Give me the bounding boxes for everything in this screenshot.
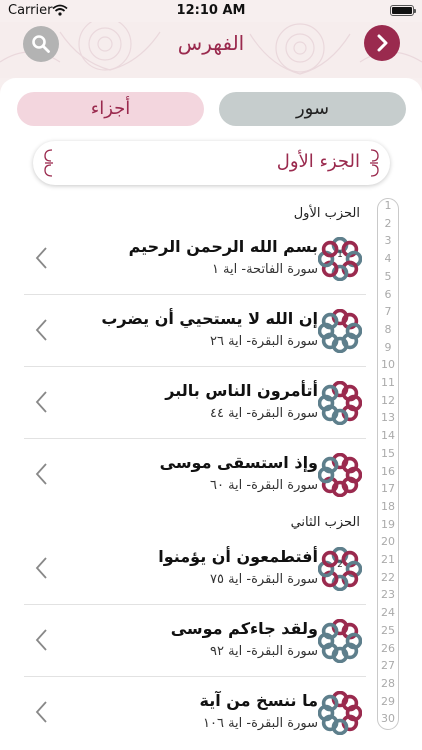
list-item[interactable]: أتأمرون الناس بالبر سورة البقرة- اية ٤٤ [0,367,372,439]
quarter-rosette-icon [318,619,362,663]
index-item[interactable]: 19 [378,518,398,531]
index-item[interactable]: 10 [378,358,398,371]
index-item[interactable]: 16 [378,465,398,478]
index-item[interactable]: 15 [378,447,398,460]
row-title: إن الله لا يستحيي أن يضرب [101,309,318,328]
index-item[interactable]: 29 [378,695,398,708]
row-title: ولقد جاءكم موسى [170,619,318,638]
half-rosette-icon [318,691,362,735]
row-subtitle: سورة البقرة- اية ٢٦ [209,334,318,349]
chevron-left-icon [35,463,47,485]
index-item[interactable]: 24 [378,606,398,619]
row-title: بسم الله الرحمن الرحيم [128,237,318,256]
index-item[interactable]: 9 [378,341,398,354]
index-item[interactable]: 12 [378,394,398,407]
index-item[interactable]: 25 [378,624,398,637]
chevron-left-icon [35,319,47,341]
index-item[interactable]: 27 [378,659,398,672]
list-item[interactable]: بسم الله الرحمن الرحيم سورة الفاتحة- اية… [0,223,372,295]
ornament-icon [44,149,53,177]
index-item[interactable]: 22 [378,571,398,584]
index-item[interactable]: 30 [378,712,398,725]
row-title: أفتطمعون أن يؤمنوا [158,547,318,566]
section-header: الحزب الأول [293,206,360,221]
index-item[interactable]: 17 [378,482,398,495]
index-item[interactable]: 14 [378,429,398,442]
index-card: أجزاء سور الجزء الأول الحزب الأول بسم ال… [0,78,422,750]
index-item[interactable]: 21 [378,553,398,566]
index-item[interactable]: 3 [378,234,398,247]
chevron-left-icon [35,629,47,651]
row-subtitle: سورة البقرة- اية ٧٥ [209,572,318,587]
battery-icon [390,5,416,16]
juz-title: الجزء الأول [276,151,360,172]
index-item[interactable]: 8 [378,323,398,336]
row-subtitle: سورة البقرة- اية ٦٠ [209,478,318,493]
index-item[interactable]: 2 [378,217,398,230]
hizb-number: 2 [337,560,343,570]
chevron-right-icon [377,34,388,52]
header: الفهرس [0,22,422,78]
row-title: وإذ استسقى موسى [159,453,318,472]
row-subtitle: سورة البقرة- اية ٩٢ [209,644,318,659]
status-time: 12:10 AM [176,3,246,18]
three-quarter-rosette-icon [318,453,362,497]
index-item[interactable]: 26 [378,642,398,655]
index-item[interactable]: 20 [378,535,398,548]
quarter-rosette-icon [318,309,362,353]
list-item[interactable]: أفتطمعون أن يؤمنوا سورة البقرة- اية ٧٥ 2 [0,533,372,605]
index-item[interactable]: 6 [378,288,398,301]
row-title: ما ننسخ من آية [199,691,318,710]
list-item[interactable]: إن الله لا يستحيي أن يضرب سورة البقرة- ا… [0,295,372,367]
juz-selector[interactable]: الجزء الأول [33,141,390,185]
back-button[interactable] [364,25,400,61]
row-subtitle: سورة البقرة- اية ١٠٦ [203,716,318,731]
chevron-left-icon [35,557,47,579]
index-item[interactable]: 7 [378,305,398,318]
list-item[interactable]: ولقد جاءكم موسى سورة البقرة- اية ٩٢ [0,605,372,677]
index-item[interactable]: 11 [378,376,398,389]
ornament-icon [370,149,379,177]
index-item[interactable]: 4 [378,252,398,265]
chevron-left-icon [35,701,47,723]
index-item[interactable]: 1 [378,199,398,212]
row-subtitle: سورة البقرة- اية ٤٤ [209,406,318,421]
juz-index-bar[interactable]: 1 2 3 4 5 6 7 8 9 10 11 12 13 14 15 16 17 18 19 20 21 22 23 24 2… [377,198,399,730]
tab-suras[interactable]: سور [219,92,406,126]
hizb-number: 1 [337,250,343,260]
index-item[interactable]: 13 [378,411,398,424]
row-title: أتأمرون الناس بالبر [165,381,318,400]
tab-parts[interactable]: أجزاء [17,92,204,126]
status-bar: Carrier 12:10 AM [0,0,422,22]
chevron-left-icon [35,391,47,413]
index-item[interactable]: 18 [378,500,398,513]
list-item[interactable]: ما ننسخ من آية سورة البقرة- اية ١٠٦ [0,677,372,749]
chevron-left-icon [35,247,47,269]
row-subtitle: سورة الفاتحة- اية ١ [211,262,318,277]
index-item[interactable]: 23 [378,588,398,601]
page-title: الفهرس [177,31,245,55]
list-item[interactable]: وإذ استسقى موسى سورة البقرة- اية ٦٠ [0,439,372,511]
index-item[interactable]: 5 [378,270,398,283]
section-header: الحزب الثاني [290,515,360,530]
half-rosette-icon [318,381,362,425]
index-item[interactable]: 28 [378,677,398,690]
